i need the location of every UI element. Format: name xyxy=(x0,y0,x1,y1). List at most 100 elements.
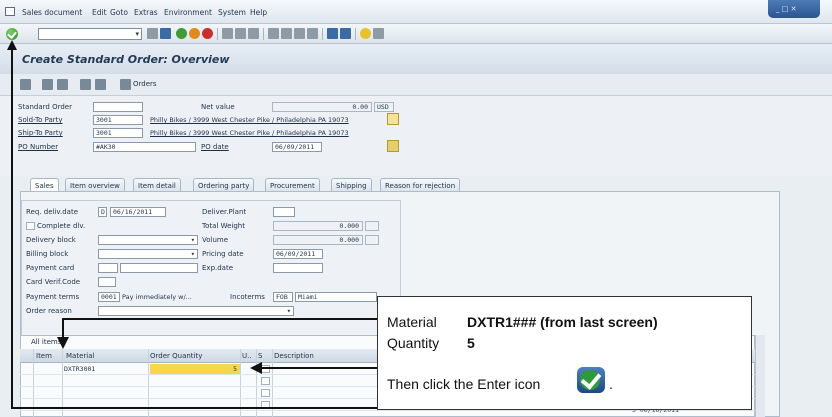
deliver-plant-field[interactable] xyxy=(273,207,295,217)
payment-card-type-field[interactable] xyxy=(98,263,118,273)
orders-button[interactable]: Orders xyxy=(133,80,157,88)
last-page-icon[interactable] xyxy=(307,28,318,39)
display-doc-flow-icon[interactable] xyxy=(20,79,31,90)
previous-page-icon[interactable] xyxy=(281,28,292,39)
column-status[interactable]: S xyxy=(258,352,262,360)
order-reason-label: Order reason xyxy=(26,307,72,315)
sold-to-party-description: Philly Bikes / 3999 West Chester Pike / … xyxy=(150,116,349,124)
menu-bar: Sales document Edit Goto Extras Environm… xyxy=(0,0,832,24)
ship-to-party-field[interactable]: 3001 xyxy=(93,128,143,138)
callout-instruction-end: . xyxy=(609,376,613,392)
tab-ordering-party[interactable]: Ordering party xyxy=(193,178,255,192)
incoterms-code-field[interactable]: FOB xyxy=(273,292,293,302)
sap-menu-icon[interactable] xyxy=(5,7,15,16)
toolbar-divider xyxy=(263,28,264,40)
copy-icon[interactable] xyxy=(80,79,91,90)
row-status-box[interactable] xyxy=(261,389,270,397)
pricing-date-label: Pricing date xyxy=(202,250,244,258)
sold-to-party-label[interactable]: Sold-To Party xyxy=(18,116,63,124)
exp-date-field[interactable] xyxy=(273,263,323,273)
arrow-down-icon xyxy=(57,337,69,349)
menu-system[interactable]: System xyxy=(218,8,246,17)
window-buttons[interactable]: _ □ ✕ xyxy=(776,5,796,13)
print-icon[interactable] xyxy=(222,28,233,39)
column-description[interactable]: Description xyxy=(274,352,314,360)
tab-procurement[interactable]: Procurement xyxy=(265,178,320,192)
callout-material-value: DXTR1### (from last screen) xyxy=(467,314,658,330)
find-next-icon[interactable] xyxy=(248,28,259,39)
tab-item-overview[interactable]: Item overview xyxy=(65,178,125,192)
back-icon[interactable] xyxy=(147,28,158,39)
delivery-block-label: Delivery block xyxy=(26,236,76,244)
volume-label: Volume xyxy=(202,236,229,244)
find-icon[interactable] xyxy=(235,28,246,39)
menu-sales-document[interactable]: Sales document xyxy=(22,8,82,17)
req-deliv-date-field[interactable]: 06/16/2011 xyxy=(110,207,166,217)
delivery-block-select[interactable] xyxy=(98,235,198,245)
menu-help[interactable]: Help xyxy=(250,8,267,17)
complete-dlv-checkbox[interactable] xyxy=(26,222,35,230)
currency-field: USD xyxy=(374,102,394,112)
sold-to-party-field[interactable]: 3001 xyxy=(93,115,143,125)
exit-icon[interactable] xyxy=(189,28,200,39)
po-number-field[interactable]: #AK30 xyxy=(93,142,196,152)
ship-to-party-label[interactable]: Ship-To Party xyxy=(18,129,63,137)
po-date-label[interactable]: PO date xyxy=(201,143,229,151)
order-reason-select[interactable] xyxy=(98,306,294,316)
window-controls[interactable]: _ □ ✕ xyxy=(768,0,820,18)
tab-item-detail[interactable]: Item detail xyxy=(133,178,181,192)
command-field[interactable]: ▾ xyxy=(38,28,142,40)
tab-shipping[interactable]: Shipping xyxy=(331,178,372,192)
print-preview-icon[interactable] xyxy=(57,79,68,90)
billing-block-select[interactable] xyxy=(98,249,198,259)
first-page-icon[interactable] xyxy=(268,28,279,39)
menu-extras[interactable]: Extras xyxy=(134,8,158,17)
save-icon[interactable] xyxy=(160,28,171,39)
pricing-date-field[interactable]: 06/09/2011 xyxy=(273,249,323,259)
next-page-icon[interactable] xyxy=(294,28,305,39)
instruction-callout: Material DXTR1### (from last screen) Qua… xyxy=(377,296,752,410)
menu-edit[interactable]: Edit xyxy=(92,8,107,17)
tab-reason-for-rejection[interactable]: Reason for rejection xyxy=(380,178,461,192)
shortcut-icon[interactable] xyxy=(340,28,351,39)
menu-goto[interactable]: Goto xyxy=(110,8,128,17)
new-session-icon[interactable] xyxy=(327,28,338,39)
cancel-icon[interactable] xyxy=(202,28,213,39)
card-verif-code-field[interactable] xyxy=(98,277,116,287)
table-scrollbar[interactable] xyxy=(755,335,765,417)
configure-icon[interactable] xyxy=(95,79,106,90)
column-unit[interactable]: U.. xyxy=(242,352,252,360)
calendar-icon[interactable] xyxy=(387,140,399,152)
volume-field: 0.000 xyxy=(273,235,363,245)
back-green-icon[interactable] xyxy=(176,28,187,39)
orders-icon[interactable] xyxy=(120,79,131,90)
payment-terms-code-field[interactable]: 0001 xyxy=(98,292,120,302)
tab-sales[interactable]: Sales xyxy=(30,178,59,192)
column-order-quantity[interactable]: Order Quantity xyxy=(150,352,202,360)
title-bar: Create Standard Order: Overview xyxy=(0,44,832,74)
weight-unit-field xyxy=(365,221,379,231)
menu-environment[interactable]: Environment xyxy=(164,8,212,17)
enter-icon[interactable] xyxy=(6,28,18,40)
toolbar-divider xyxy=(322,28,323,40)
po-date-field[interactable]: 06/09/2011 xyxy=(272,142,322,152)
chevron-down-icon[interactable]: ▾ xyxy=(135,30,139,38)
incoterms-place-field[interactable]: Miami xyxy=(295,292,377,302)
layout-menu-icon[interactable] xyxy=(373,28,384,39)
payment-card-number-field[interactable] xyxy=(120,263,198,273)
header-icon[interactable] xyxy=(42,79,53,90)
po-number-label[interactable]: PO Number xyxy=(18,143,58,151)
partner-details-icon[interactable] xyxy=(387,113,399,125)
material-cell[interactable]: DXTR3001 xyxy=(64,364,95,374)
card-verif-code-label: Card Verif.Code xyxy=(26,278,81,286)
column-item[interactable]: Item xyxy=(36,352,52,360)
date-type-field[interactable]: D xyxy=(98,207,107,217)
column-material[interactable]: Material xyxy=(66,352,94,360)
standard-order-field[interactable] xyxy=(93,102,143,112)
enter-icon xyxy=(577,367,605,393)
help-icon[interactable] xyxy=(360,28,371,39)
row-status-box[interactable] xyxy=(261,377,270,385)
exp-date-label: Exp.date xyxy=(202,264,234,272)
arrow-left-icon xyxy=(250,362,262,374)
quantity-cell[interactable]: 5 xyxy=(150,364,240,374)
